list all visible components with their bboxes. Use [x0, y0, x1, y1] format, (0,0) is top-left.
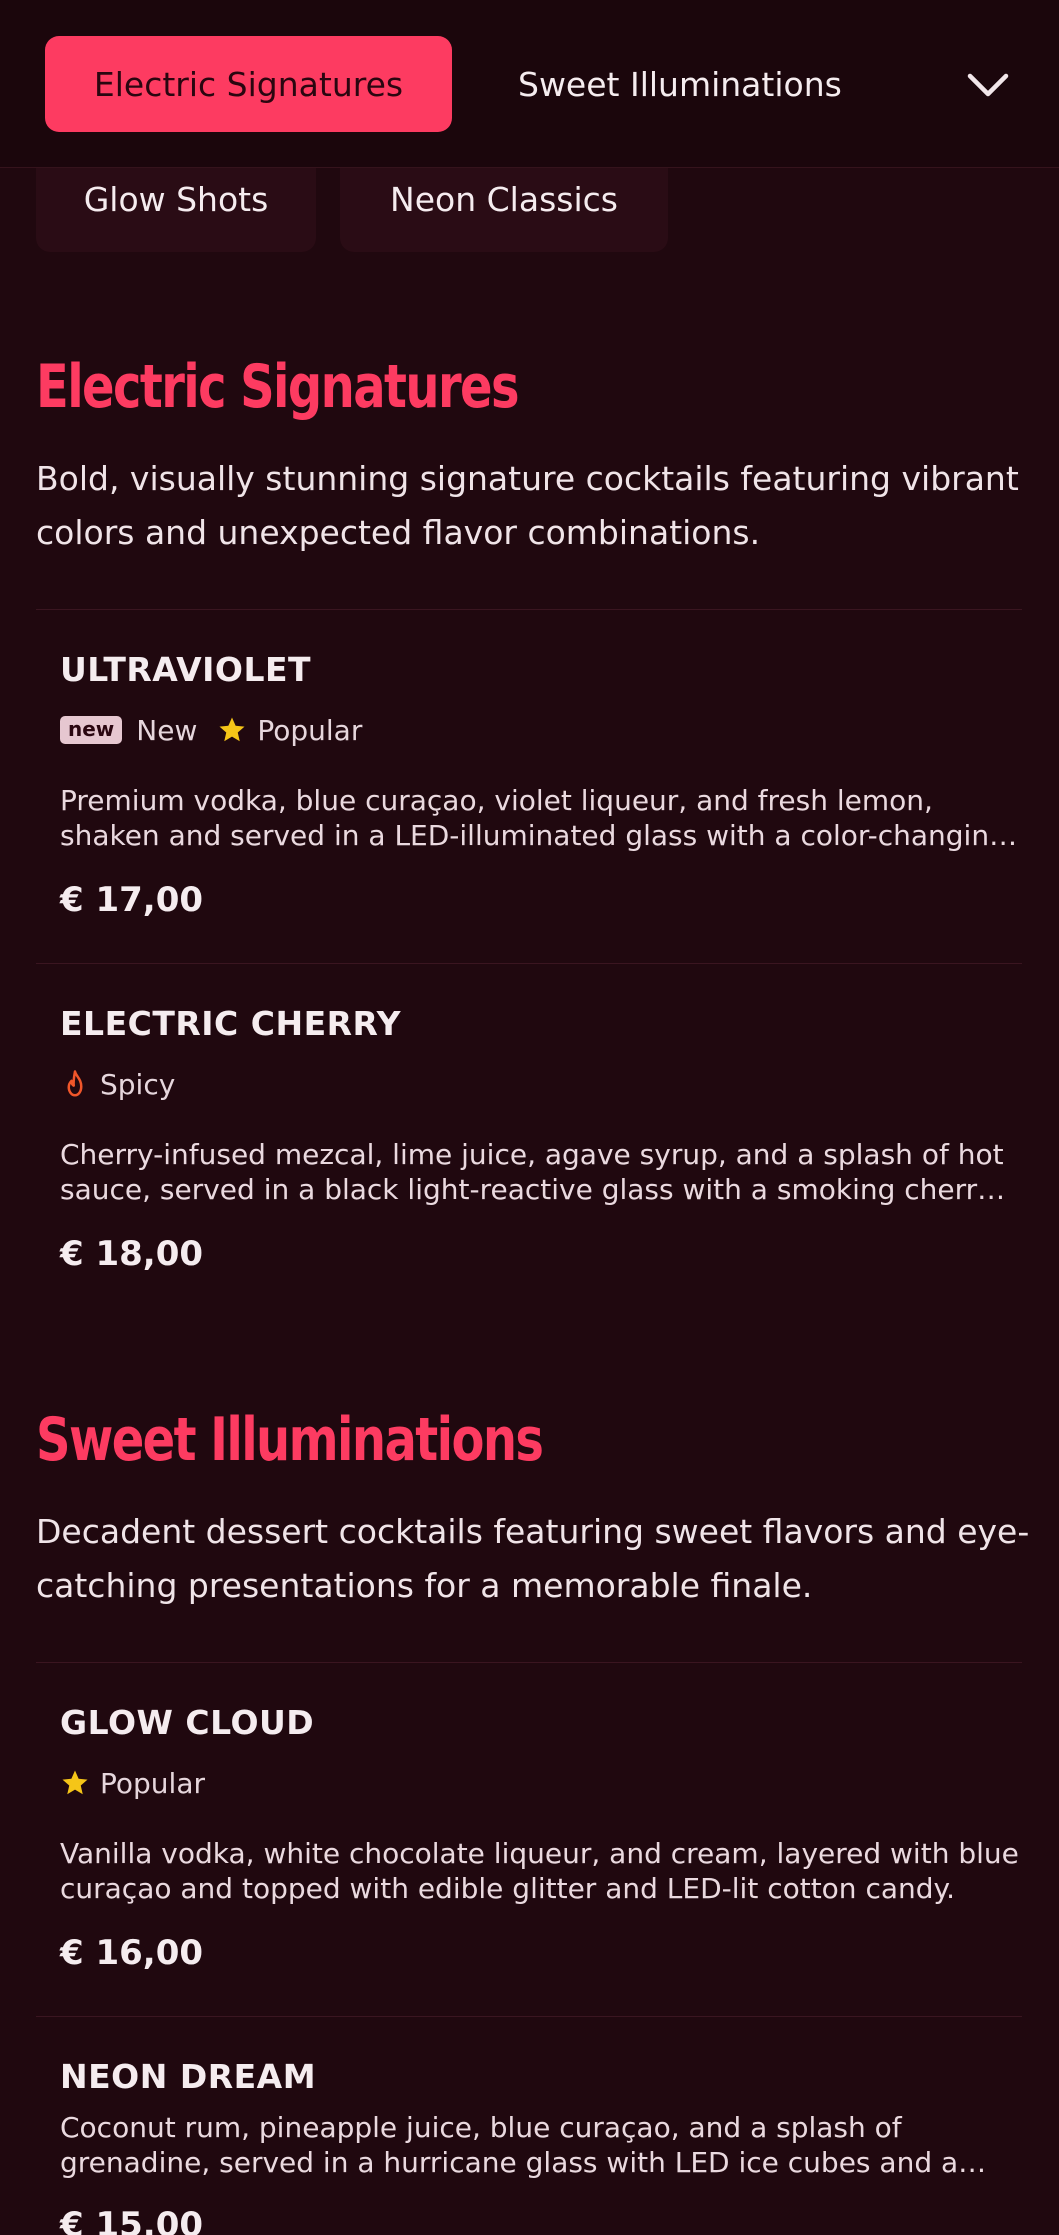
- item-price: € 17,00: [60, 880, 204, 920]
- divider: [36, 2016, 1022, 2017]
- item-name: ULTRAVIOLET: [60, 650, 312, 689]
- tab-electric-signatures[interactable]: Electric Signatures: [45, 36, 452, 132]
- section-title: Electric Signatures: [36, 352, 520, 422]
- tag-label: Spicy: [100, 1067, 176, 1101]
- tag-popular: Popular: [60, 1767, 205, 1800]
- item-price: € 18,00: [60, 1234, 204, 1274]
- chip-label: Neon Classics: [390, 180, 618, 219]
- tag-label: Popular: [257, 713, 363, 747]
- tag-popular: Popular: [217, 714, 362, 747]
- item-name: ELECTRIC CHERRY: [60, 1004, 402, 1043]
- item-name: NEON DREAM: [60, 2057, 317, 2096]
- divider: [36, 609, 1022, 610]
- item-description: Premium vodka, blue curaçao, violet liqu…: [60, 784, 1007, 852]
- tab-label: Sweet Illuminations: [518, 64, 842, 104]
- star-icon: [219, 717, 245, 742]
- item-price: € 16,00: [60, 1933, 204, 1973]
- category-bar: Electric Signatures Sweet Illuminations: [0, 0, 1059, 168]
- flame-icon: [67, 1070, 83, 1097]
- section-description: Decadent dessert cocktails featuring swe…: [36, 1512, 1030, 1605]
- item-description: Vanilla vodka, white chocolate liqueur, …: [60, 1837, 1019, 1905]
- item-price: € 15,00: [60, 2205, 204, 2235]
- section-title: Sweet Illuminations: [36, 1405, 544, 1475]
- new-badge: new: [60, 716, 123, 744]
- item-description: Cherry-infused mezcal, lime juice, agave…: [60, 1138, 1004, 1206]
- item-name: GLOW CLOUD: [60, 1703, 315, 1742]
- item-tags: Spicy: [60, 1064, 175, 1104]
- menu-page: Glow Shots Neon Classics Electric Signat…: [0, 0, 1059, 2235]
- tag-label: Popular: [100, 1766, 205, 1800]
- section-description: Bold, visually stunning signature cockta…: [36, 459, 1019, 552]
- star-icon: [62, 1770, 88, 1795]
- item-description: Coconut rum, pineapple juice, blue curaç…: [60, 2111, 959, 2179]
- divider: [36, 963, 1022, 964]
- item-tags: Popular: [60, 1763, 205, 1803]
- chevron-down-icon[interactable]: [960, 56, 1016, 112]
- item-tags: new New Popular: [60, 710, 362, 750]
- divider: [36, 1662, 1022, 1663]
- tag-new: New: [136, 713, 198, 747]
- tag-spicy: Spicy: [60, 1068, 175, 1101]
- tab-label: Electric Signatures: [93, 64, 404, 104]
- tab-sweet-illuminations[interactable]: Sweet Illuminations: [470, 36, 900, 132]
- chip-label: Glow Shots: [83, 180, 269, 219]
